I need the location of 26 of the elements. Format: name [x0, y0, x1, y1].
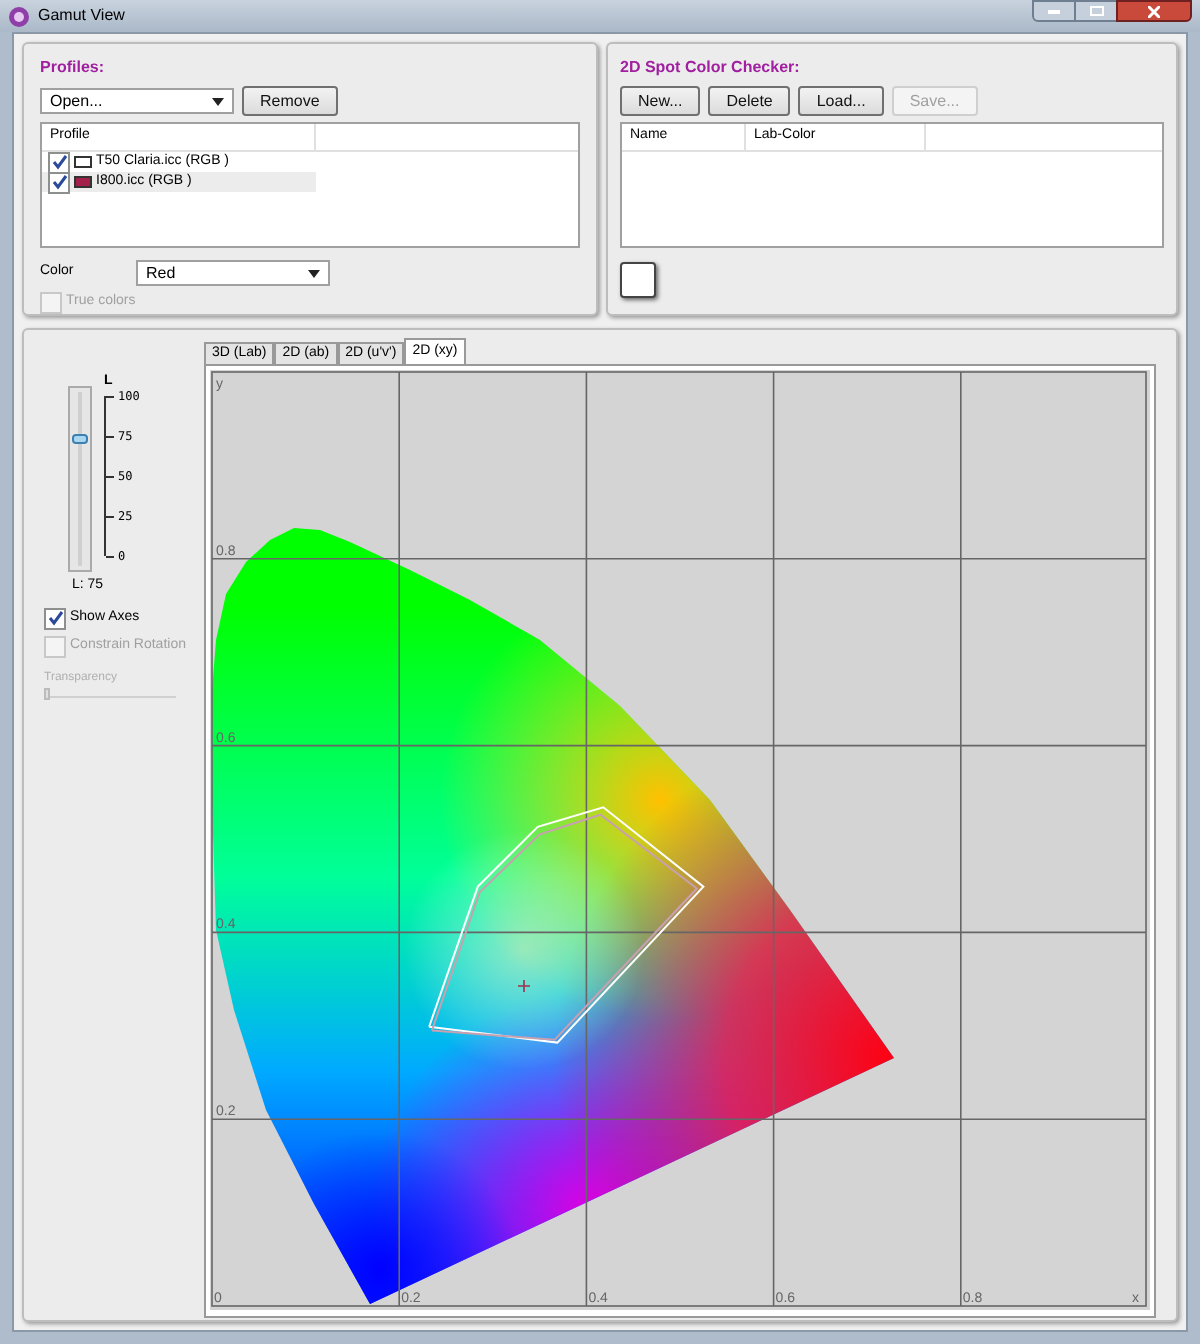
panel-title: 2D Spot Color Checker: — [620, 56, 802, 80]
maximize-icon — [1089, 6, 1103, 16]
maximize-button[interactable] — [1076, 0, 1116, 22]
slider-thumb[interactable] — [72, 433, 88, 444]
minimize-button[interactable] — [1032, 0, 1076, 22]
color-swatch — [620, 262, 656, 298]
checkmark-icon — [47, 610, 63, 626]
caret-icon — [308, 269, 320, 277]
crosshair-icon — [517, 979, 531, 993]
dropdown[interactable]: Red — [136, 260, 330, 286]
close-button[interactable] — [1116, 0, 1192, 22]
app-icon — [8, 5, 30, 27]
window-title: Gamut View — [38, 4, 125, 28]
checkbox[interactable] — [48, 151, 70, 173]
minimize-icon — [1048, 9, 1060, 13]
toolbar-button[interactable]: Load... — [798, 86, 884, 116]
caret-icon — [212, 97, 224, 105]
dropdown[interactable]: Open... — [40, 88, 234, 114]
toolbar-button[interactable]: Delete — [708, 86, 791, 116]
checkbox[interactable] — [48, 171, 70, 193]
close-icon — [1148, 5, 1160, 17]
panel-title: Profiles: — [40, 56, 107, 80]
toolbar-button[interactable]: New... — [620, 86, 701, 116]
lightness-slider[interactable] — [68, 386, 92, 572]
checkbox[interactable] — [44, 607, 66, 629]
toolbar-button[interactable]: Remove — [242, 86, 338, 116]
